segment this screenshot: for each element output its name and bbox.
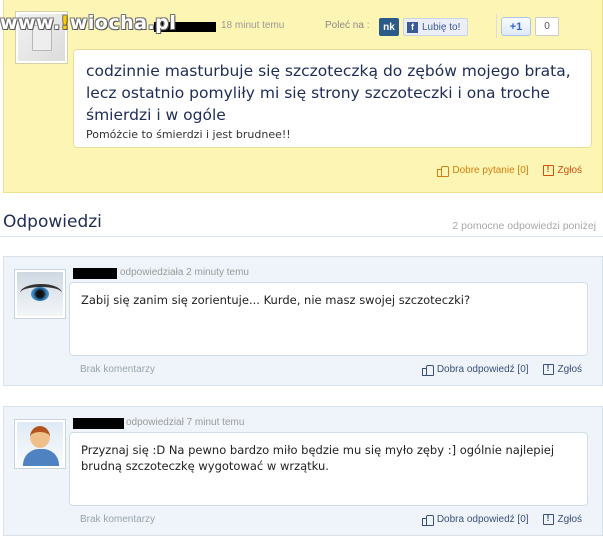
answer-actions: Dobra odpowiedź [0] Zgłoś: [421, 513, 582, 526]
report-answer-button[interactable]: Zgłoś: [542, 363, 582, 375]
report-question-button[interactable]: Zgłoś: [542, 164, 582, 176]
report-label: Zgłoś: [557, 364, 582, 375]
answer-item: odpowiedziała 2 minuty temu Zabij się za…: [3, 256, 603, 386]
facebook-icon: f: [407, 21, 418, 33]
good-question-label: Dobre pytanie [0]: [452, 165, 529, 176]
question-actions: Dobre pytanie [0] Zgłoś: [437, 164, 582, 177]
facebook-like-label: Lubię to!: [422, 21, 461, 33]
good-answer-button[interactable]: Dobra odpowiedź [0]: [421, 364, 529, 376]
answer-bubble: Zabij się zanim się zorientuje... Kurde,…: [69, 282, 588, 356]
answer-time: odpowiedziała 2 minuty temu: [120, 267, 249, 278]
report-icon: [542, 164, 554, 176]
nk-share-button[interactable]: nk: [379, 18, 399, 36]
answer-avatar[interactable]: [14, 419, 66, 469]
question-title: codzinnie masturbuje się szczoteczką do …: [86, 62, 571, 124]
thumbs-up-icon: [421, 514, 434, 526]
answer-avatar[interactable]: [14, 269, 66, 319]
question-description: Pomóżcie to śmierdzi i jest brudnee!!: [86, 128, 291, 141]
question-time: 18 minut temu: [221, 20, 285, 31]
answer-time: odpowiedział 7 minut temu: [126, 417, 245, 428]
divider: [0, 236, 603, 237]
report-label: Zgłoś: [557, 514, 582, 525]
report-icon: [542, 363, 554, 375]
answer-author-redacted: [73, 418, 124, 429]
google-plus-button[interactable]: +1: [501, 17, 531, 36]
google-plus-count: 0: [535, 17, 559, 36]
report-icon: [542, 513, 554, 525]
share-label: Poleć na :: [325, 20, 370, 31]
facebook-like-button[interactable]: f Lubię to!: [403, 18, 468, 36]
divider: [496, 14, 497, 38]
answer-author-redacted: [73, 268, 117, 279]
good-question-button[interactable]: Dobre pytanie [0]: [437, 165, 529, 177]
site-watermark: www.!wiocha.pl: [0, 12, 177, 34]
good-answer-button[interactable]: Dobra odpowiedź [0]: [421, 514, 529, 526]
answer-actions: Dobra odpowiedź [0] Zgłoś: [421, 363, 582, 376]
good-answer-label: Dobra odpowiedź [0]: [436, 514, 529, 525]
answers-title: Odpowiedzi: [3, 212, 102, 232]
report-answer-button[interactable]: Zgłoś: [542, 513, 582, 525]
answer-item: odpowiedział 7 minut temu Przyznaj się :…: [3, 406, 603, 536]
comments-link[interactable]: Brak komentarzy: [80, 514, 155, 525]
good-answer-label: Dobra odpowiedź [0]: [436, 364, 529, 375]
thumbs-up-icon: [437, 165, 450, 177]
thumbs-up-icon: [421, 364, 434, 376]
answer-bubble: Przyznaj się :D Na pewno bardzo miło będ…: [69, 432, 588, 506]
answers-count: 2 pomocne odpowiedzi poniżej: [452, 220, 596, 232]
question-bubble: codzinnie masturbuje się szczoteczką do …: [73, 49, 592, 148]
comments-link[interactable]: Brak komentarzy: [80, 364, 155, 375]
report-label: Zgłoś: [557, 165, 582, 176]
